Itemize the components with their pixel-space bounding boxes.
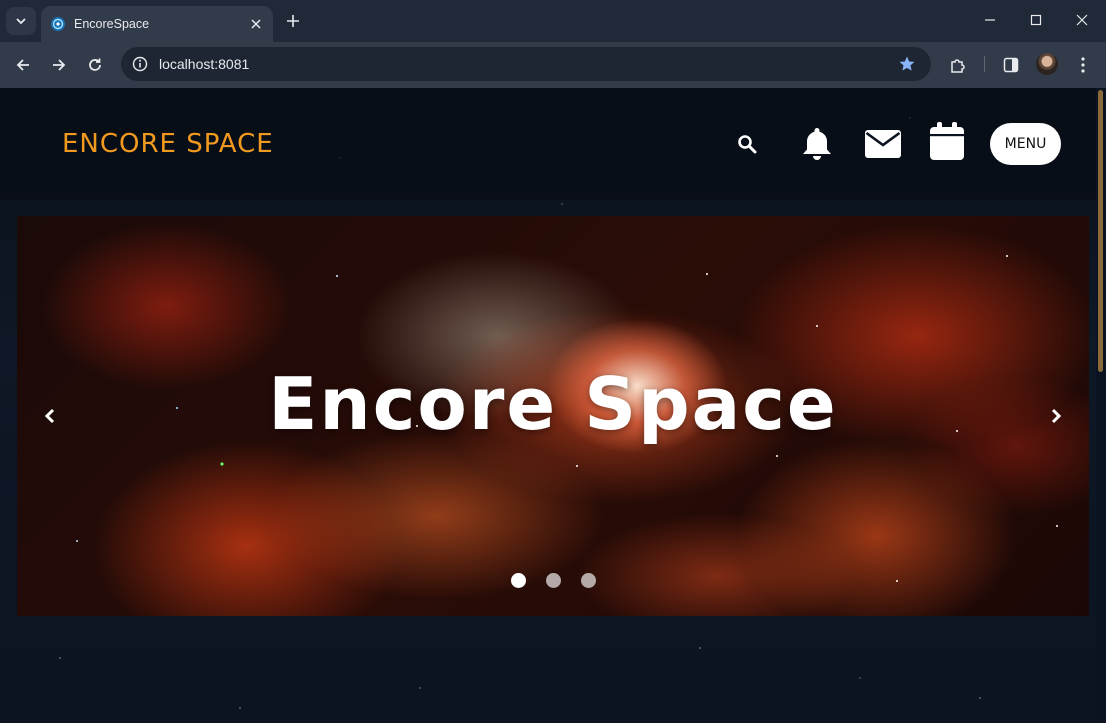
extensions-button[interactable] <box>945 52 971 78</box>
star-icon <box>899 56 915 71</box>
arrow-right-icon <box>53 59 66 71</box>
maximize-icon <box>1030 14 1042 26</box>
menu-button[interactable]: MENU <box>990 123 1061 165</box>
carousel-indicators <box>511 573 596 588</box>
new-tab-button[interactable] <box>281 9 305 33</box>
puzzle-icon <box>951 59 965 73</box>
url-text[interactable]: localhost:8081 <box>159 56 895 72</box>
browser-tab[interactable]: EncoreSpace <box>41 6 273 42</box>
browser-tabstrip: EncoreSpace <box>0 0 1106 42</box>
carousel-prev-button[interactable] <box>38 404 62 428</box>
tab-search-button[interactable] <box>6 7 36 35</box>
chevron-right-icon <box>1051 408 1062 424</box>
hero-carousel: Encore Space <box>17 216 1089 616</box>
toolbar-divider <box>984 56 985 72</box>
site-info-button[interactable] <box>130 54 150 74</box>
site-brand-logo[interactable]: ENCORE SPACE <box>62 129 274 159</box>
info-icon <box>132 56 148 72</box>
search-icon <box>738 135 757 154</box>
minimize-button[interactable] <box>967 0 1013 40</box>
mail-icon <box>865 130 901 158</box>
close-window-button[interactable] <box>1059 0 1105 40</box>
address-bar[interactable]: localhost:8081 <box>121 47 931 81</box>
carousel-dot-3[interactable] <box>581 573 596 588</box>
bookmark-star-button[interactable] <box>895 52 919 76</box>
minimize-icon <box>985 19 995 21</box>
browser-menu-button[interactable] <box>1070 52 1096 78</box>
back-button[interactable] <box>9 51 37 79</box>
forward-button[interactable] <box>45 51 73 79</box>
carousel-next-button[interactable] <box>1044 404 1068 428</box>
reload-button[interactable] <box>81 51 109 79</box>
page-scrollbar[interactable] <box>1096 88 1106 723</box>
scrollbar-thumb[interactable] <box>1098 90 1103 372</box>
carousel-dot-2[interactable] <box>546 573 561 588</box>
site-favicon-icon <box>51 17 65 31</box>
web-page: ENCORE SPACE MENU Encore Space <box>0 88 1096 723</box>
carousel-dot-1[interactable] <box>511 573 526 588</box>
arrow-left-icon <box>16 59 29 71</box>
close-icon <box>251 19 261 29</box>
calendar-icon <box>930 122 964 160</box>
browser-toolbar: localhost:8081 <box>0 42 1106 88</box>
plus-icon <box>287 15 299 27</box>
messages-button[interactable] <box>864 128 902 160</box>
close-icon <box>1076 14 1088 26</box>
bell-icon <box>803 128 831 160</box>
kebab-menu-icon <box>1081 57 1085 73</box>
side-panel-button[interactable] <box>998 52 1024 78</box>
tab-close-button[interactable] <box>245 13 267 35</box>
hero-title: Encore Space <box>268 362 838 446</box>
site-header: ENCORE SPACE MENU <box>0 88 1096 200</box>
side-panel-icon <box>1003 57 1019 73</box>
calendar-button[interactable] <box>928 120 966 162</box>
maximize-button[interactable] <box>1013 0 1059 40</box>
reload-icon <box>89 58 101 71</box>
notifications-button[interactable] <box>800 124 834 164</box>
chevron-left-icon <box>44 408 55 424</box>
chevron-down-icon <box>16 18 26 25</box>
tab-title: EncoreSpace <box>74 17 150 31</box>
search-button[interactable] <box>735 132 759 156</box>
profile-avatar[interactable] <box>1036 53 1058 75</box>
